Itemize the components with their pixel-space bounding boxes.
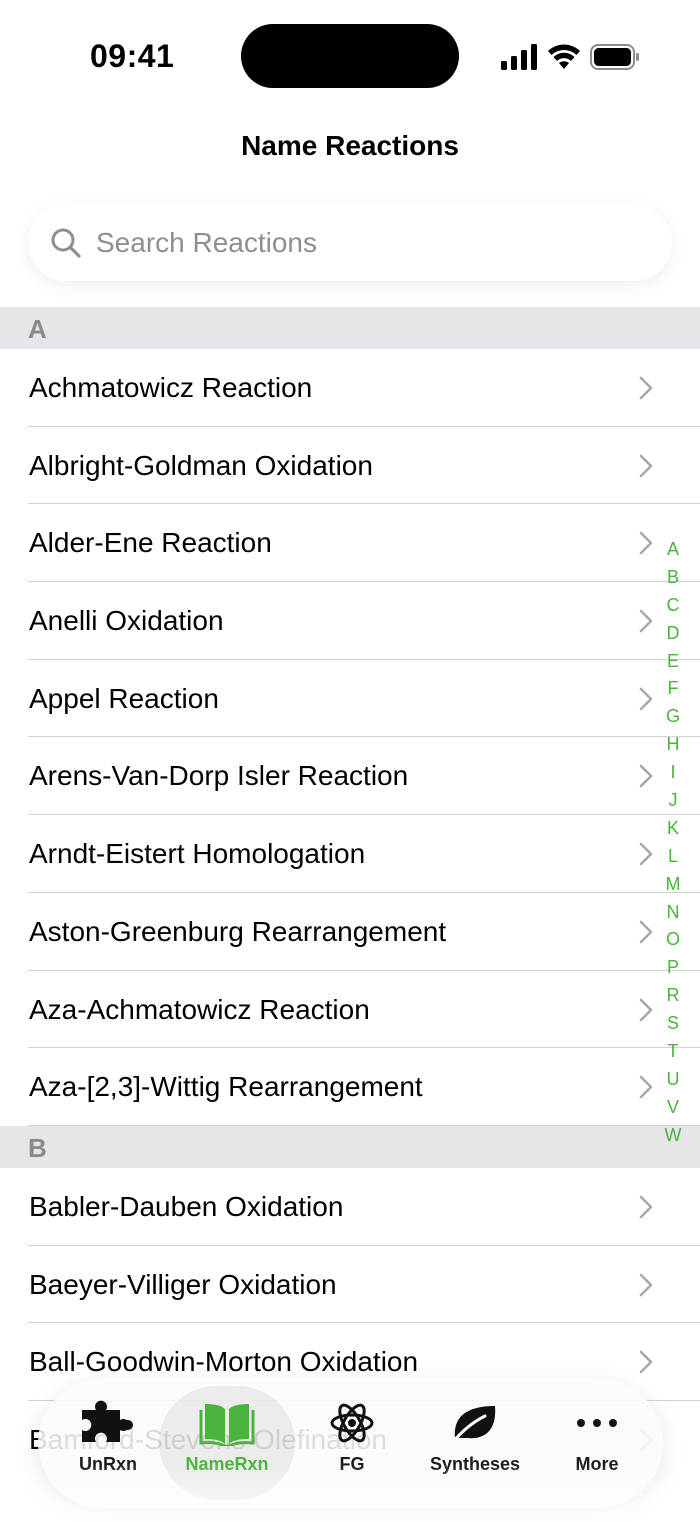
chevron-right-icon (639, 609, 653, 633)
battery-icon (590, 44, 639, 70)
index-letter[interactable]: J (660, 787, 686, 815)
status-bar: 09:41 (0, 0, 700, 110)
search-icon (51, 228, 81, 258)
list-item[interactable]: Arndt-Eistert Homologation (0, 815, 700, 893)
chevron-right-icon (639, 1075, 653, 1099)
index-letter[interactable]: C (660, 592, 686, 620)
puzzle-icon (82, 1400, 133, 1442)
list-item[interactable]: Babler-Dauben Oxidation (0, 1167, 700, 1246)
leaf-icon (451, 1406, 496, 1444)
tab-namerxn[interactable]: NameRxn (159, 1386, 295, 1500)
chevron-right-icon (639, 842, 653, 866)
index-letter[interactable]: L (660, 843, 686, 871)
index-letter[interactable]: T (660, 1038, 686, 1066)
chevron-right-icon (639, 920, 653, 944)
dynamic-island (241, 24, 459, 88)
list-item-label: Appel Reaction (29, 682, 219, 714)
list-item-label: Achmatowicz Reaction (29, 372, 313, 403)
search-bar[interactable] (28, 205, 672, 281)
page-title: Name Reactions (241, 130, 459, 161)
chevron-right-icon (639, 1195, 653, 1219)
status-time: 09:41 (90, 38, 175, 74)
row-divider (28, 1124, 700, 1126)
chevron-right-icon (639, 454, 653, 477)
index-letter[interactable]: F (660, 675, 686, 703)
index-letter[interactable]: U (660, 1066, 686, 1094)
index-letter[interactable]: O (660, 926, 686, 954)
tab-label: UnRxn (79, 1454, 137, 1474)
list-item-label: Aza-[2,3]-Wittig Rearrangement (29, 1071, 423, 1103)
list-item-label: Baeyer-Villiger Oxidation (29, 1268, 337, 1300)
index-letter[interactable]: P (660, 954, 686, 982)
list-item-label: Arndt-Eistert Homologation (29, 838, 366, 870)
index-letter[interactable]: E (660, 648, 686, 676)
list-item[interactable]: Appel Reaction (0, 659, 700, 738)
index-letter[interactable]: V (660, 1094, 686, 1122)
tab-more[interactable]: More (529, 1386, 665, 1500)
chevron-right-icon (639, 376, 653, 400)
chevron-right-icon (639, 1350, 653, 1374)
list-item-label: Albright-Goldman Oxidation (29, 449, 373, 481)
section-header: B (0, 1125, 700, 1168)
index-letter[interactable]: S (660, 1010, 686, 1038)
reaction-list[interactable]: A Achmatowicz Reaction Albright-Goldman Ox… (0, 307, 700, 1479)
search-input[interactable] (96, 205, 656, 281)
list-item[interactable]: Baeyer-Villiger Oxidation (0, 1245, 700, 1324)
list-item[interactable]: Aston-Greenburg Rearrangement (0, 892, 700, 971)
list-item[interactable]: Alder-Ene Reaction (0, 504, 700, 583)
list-item[interactable]: Arens-Van-Dorp Isler Reaction (0, 737, 700, 816)
tab-bar: UnRxn NameRxn FG Syntheses More (38, 1378, 663, 1508)
book-icon (199, 1404, 255, 1446)
list-item[interactable]: Albright-Goldman Oxidation (0, 426, 700, 505)
tab-label: NameRxn (185, 1454, 269, 1474)
list-item[interactable]: Aza-[2,3]-Wittig Rearrangement (0, 1048, 700, 1126)
tab-label: Syntheses (429, 1454, 521, 1474)
list-item-label: Arens-Van-Dorp Isler Reaction (29, 760, 409, 792)
index-letter[interactable]: K (660, 815, 686, 843)
index-letter[interactable]: I (660, 759, 686, 787)
list-item[interactable]: Achmatowicz Reaction (0, 349, 700, 427)
tab-label: FG (339, 1454, 365, 1474)
section-header: A (0, 307, 700, 349)
cellular-signal-icon (501, 44, 537, 70)
list-item-label: Aston-Greenburg Rearrangement (29, 915, 447, 947)
alphabet-index[interactable]: ABCDEFGHIJKLMNOPRSTUVW (660, 536, 686, 1150)
index-letter[interactable]: N (660, 899, 686, 927)
more-dots-icon (577, 1419, 617, 1427)
chevron-right-icon (639, 765, 653, 788)
tab-fg[interactable]: FG (284, 1386, 420, 1500)
index-letter[interactable]: B (660, 564, 686, 592)
index-letter[interactable]: M (660, 871, 686, 899)
tab-label: More (575, 1454, 619, 1474)
list-item-label: Babler-Dauben Oxidation (29, 1190, 344, 1222)
index-letter[interactable]: D (660, 620, 686, 648)
index-letter[interactable]: G (660, 703, 686, 731)
list-item[interactable]: Anelli Oxidation (0, 582, 700, 660)
index-letter[interactable]: R (660, 982, 686, 1010)
list-item[interactable]: Aza-Achmatowicz Reaction (0, 970, 700, 1049)
chevron-right-icon (639, 687, 653, 711)
chevron-right-icon (639, 998, 653, 1021)
list-item-label: Aza-Achmatowicz Reaction (29, 993, 370, 1025)
atom-icon (330, 1403, 374, 1443)
list-item-label: Alder-Ene Reaction (29, 527, 272, 559)
tab-syntheses[interactable]: Syntheses (407, 1386, 543, 1500)
list-item-label: Anelli Oxidation (29, 605, 224, 637)
wifi-icon (548, 44, 580, 69)
index-letter[interactable]: W (660, 1122, 686, 1150)
chevron-right-icon (639, 1273, 653, 1296)
index-letter[interactable]: A (660, 536, 686, 564)
index-letter[interactable]: H (660, 731, 686, 759)
chevron-right-icon (639, 532, 653, 555)
tab-unrxn[interactable]: UnRxn (40, 1386, 176, 1500)
